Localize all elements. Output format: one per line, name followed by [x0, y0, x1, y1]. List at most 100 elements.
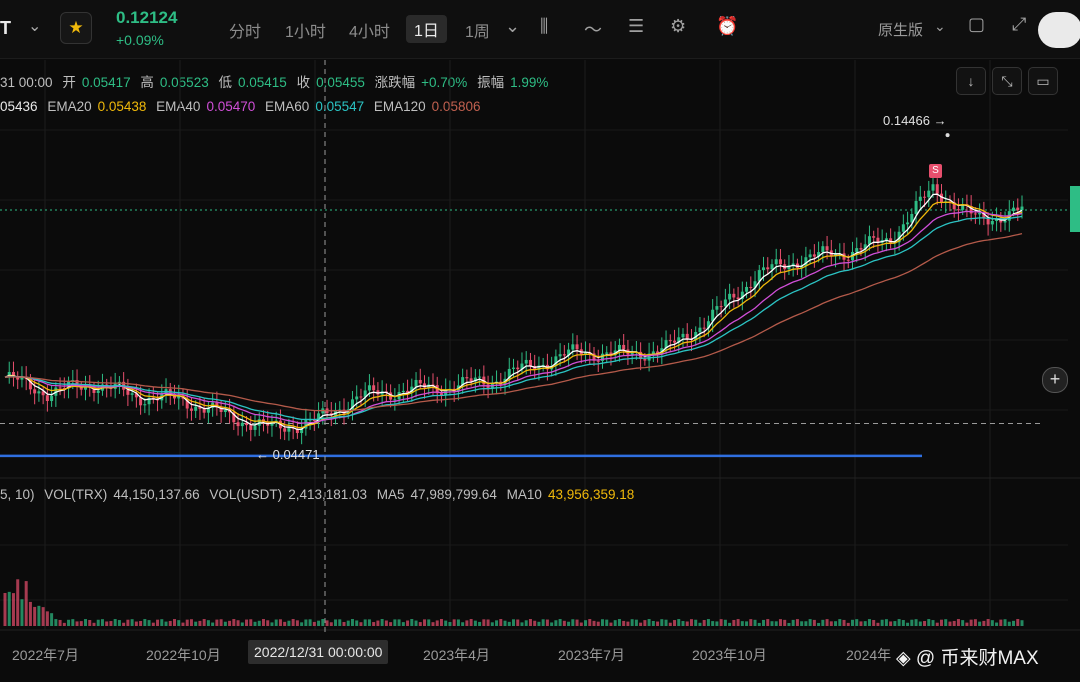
candle-body [778, 259, 782, 265]
candle-body [283, 428, 287, 432]
volume-bar [876, 622, 880, 626]
volume-bar [24, 581, 28, 626]
candle-body [762, 267, 766, 271]
volume-bar [1020, 620, 1024, 626]
candle-body [715, 306, 719, 310]
volume-bar [75, 621, 79, 626]
volume-bar [664, 619, 668, 626]
volume-bar [927, 619, 931, 626]
volume-bar [948, 621, 952, 626]
volume-bar [965, 622, 969, 626]
high-annotation: 0.14466 → [883, 113, 947, 128]
candle-body [253, 425, 257, 430]
volume-bar [842, 619, 846, 626]
volume-bar [406, 620, 410, 626]
volume-bar [588, 619, 592, 626]
candle-body [1016, 207, 1020, 211]
volume-bar [151, 622, 155, 626]
volume-bar [999, 619, 1003, 626]
volume-bar [986, 619, 990, 626]
candle-body [825, 246, 829, 251]
volume-bar [715, 621, 719, 626]
ma5-value: 47,989,799.64 [410, 487, 497, 502]
candle-body [745, 286, 749, 292]
candle-body [685, 333, 689, 339]
candle-body [189, 408, 193, 411]
volume-bar [435, 620, 439, 626]
candle-body [770, 264, 774, 270]
volume-bar [393, 619, 397, 626]
volume-bar [762, 619, 766, 626]
volume-bar [647, 619, 651, 626]
volume-bar [673, 620, 677, 626]
volume-bar [634, 619, 638, 626]
volume-bar [452, 619, 456, 626]
volume-bar [584, 620, 588, 626]
volume-bar [736, 619, 740, 626]
candle-body [96, 390, 100, 393]
volume-bar [439, 619, 443, 626]
volume-bar [3, 593, 7, 626]
candle-body [58, 387, 62, 389]
volume-bar [1016, 619, 1020, 626]
volume-bar [160, 619, 164, 626]
volume-bar [639, 622, 643, 626]
candle-body [367, 385, 371, 391]
volume-bar [100, 619, 104, 626]
volume-bar [778, 619, 782, 626]
volume-bar [79, 621, 83, 626]
volume-bar [808, 619, 812, 626]
candle-body [901, 224, 905, 232]
volume-bar [105, 621, 109, 626]
candle-body [914, 200, 918, 214]
volume-bar [834, 621, 838, 626]
candle-body [719, 306, 723, 308]
candle-body [732, 293, 736, 298]
candle-body [668, 340, 672, 342]
volume-bar [774, 621, 778, 626]
add-alert-icon[interactable]: + [1042, 367, 1068, 393]
volume-bar [359, 622, 363, 626]
volume-row: 5, 10) VOL(TRX) 44,150,137.66 VOL(USDT) 2,… [0, 487, 640, 502]
volume-bar [350, 619, 354, 626]
price-chart[interactable] [0, 0, 1080, 682]
volume-bar [846, 622, 850, 626]
candle-body [126, 389, 130, 395]
volume-bar [486, 619, 490, 626]
volume-bar [558, 619, 562, 626]
volume-bar [952, 620, 956, 626]
volume-bar [397, 619, 401, 626]
volume-bar [740, 621, 744, 626]
candle-body [673, 340, 677, 343]
volume-bar [914, 619, 918, 626]
candle-body [651, 351, 655, 354]
candle-body [918, 196, 922, 201]
volume-bar [617, 619, 621, 626]
volume-bar [702, 620, 706, 626]
volume-bar [461, 622, 465, 626]
volume-bar [84, 619, 88, 626]
candle-body [605, 352, 609, 354]
volume-bar [346, 620, 350, 626]
volume-bar [677, 619, 681, 626]
volume-bar [37, 605, 41, 626]
candle-body [528, 359, 532, 367]
volume-bar [228, 620, 232, 626]
volume-bar [185, 619, 189, 626]
volume-bar [223, 621, 227, 626]
volume-bar [783, 619, 787, 626]
volume-bar [812, 619, 816, 626]
volume-bar [685, 621, 689, 626]
volume-bar [11, 593, 15, 626]
candle-body [512, 367, 515, 369]
candle-body [931, 184, 935, 191]
volume-bar [600, 619, 604, 626]
candle-body [622, 344, 626, 350]
signal-badge[interactable]: S [929, 164, 942, 178]
volume-bar [643, 620, 647, 626]
volume-bar [520, 622, 524, 626]
volume-bar [507, 621, 511, 626]
candle-body [935, 184, 939, 194]
volume-bar [880, 619, 884, 626]
volume-bar [291, 619, 295, 626]
